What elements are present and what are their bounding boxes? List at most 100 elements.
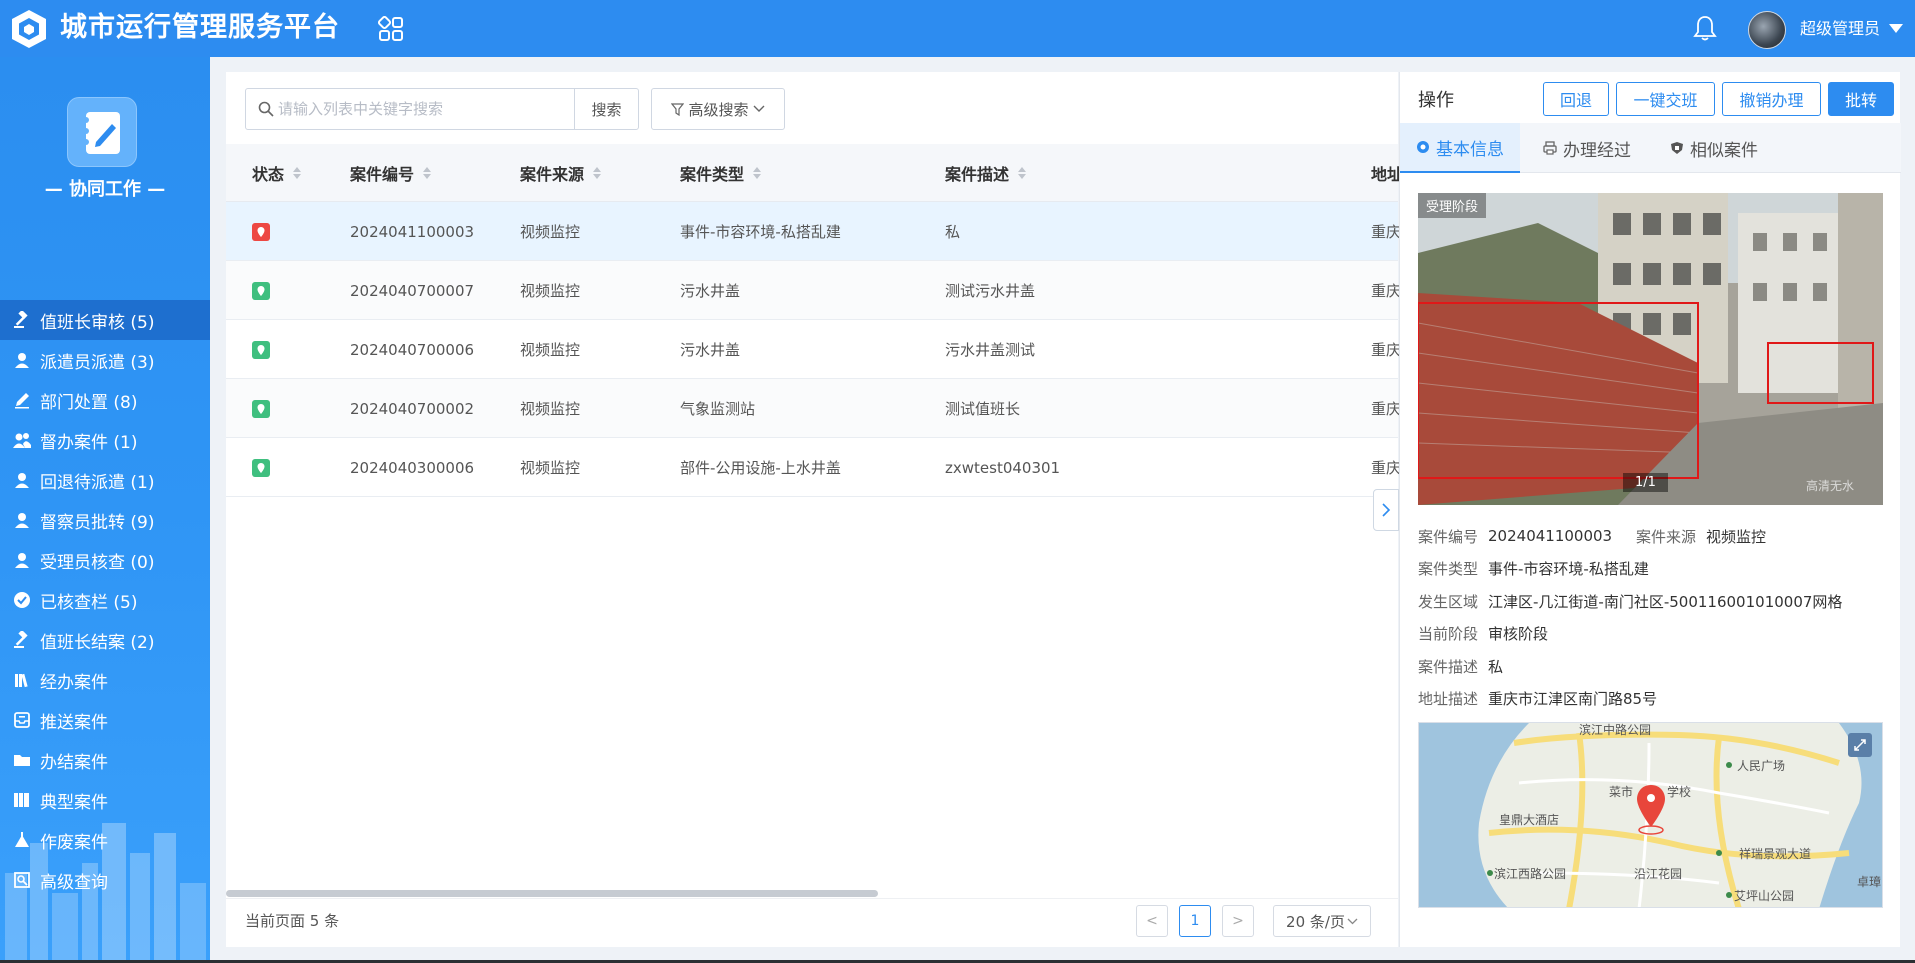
- sidebar-section-title: — 协同工作 —: [44, 179, 166, 200]
- table-header: 状态 案件编号 案件来源 案件类型 案件描述 地址: [226, 144, 1401, 202]
- username[interactable]: 超级管理员: [1800, 18, 1880, 40]
- sidebar-item-pushed-cases[interactable]: 推送案件: [0, 700, 210, 740]
- prev-page-button[interactable]: <: [1136, 905, 1168, 937]
- sidebar-item-supervision[interactable]: 督办案件 (1): [0, 420, 210, 460]
- table-row[interactable]: 2024040700006 视频监控 污水井盖 污水井盖测试 重庆: [226, 320, 1401, 379]
- case-photo[interactable]: 受理阶段 1/1 高清无水: [1418, 193, 1883, 505]
- sidebar-item-closed-cases[interactable]: 办结案件: [0, 740, 210, 780]
- expand-panel-handle[interactable]: [1373, 489, 1399, 531]
- info-value: 私: [1488, 657, 1504, 676]
- column-header-source[interactable]: 案件来源: [520, 144, 670, 202]
- location-pin-icon: [1417, 141, 1429, 153]
- sidebar-item-shift-leader-review[interactable]: 值班长审核 (5): [0, 300, 210, 340]
- user-icon: [12, 470, 32, 490]
- table-row[interactable]: 2024040300006 视频监控 部件-公用设施-上水井盖 zxwtest0…: [226, 438, 1401, 497]
- tab-process-history[interactable]: 办理经过: [1527, 123, 1647, 173]
- case-desc: 测试污水井盖: [945, 282, 1036, 300]
- advanced-search-label: 高级搜索: [688, 100, 749, 119]
- case-info: 案件编号 2024041100003 案件来源 视频监控 案件类型 事件-市容环…: [1418, 520, 1888, 715]
- horizontal-scrollbar[interactable]: [226, 890, 878, 897]
- column-header-type[interactable]: 案件类型: [680, 144, 940, 202]
- sidebar-item-dispatcher[interactable]: 派遣员派遣 (3): [0, 340, 210, 380]
- filter-icon: [671, 102, 685, 116]
- pen-icon: [12, 390, 32, 410]
- search-input[interactable]: [278, 89, 568, 129]
- gavel-icon: [12, 310, 32, 330]
- search-box[interactable]: [245, 88, 575, 130]
- user-menu-caret-icon[interactable]: [1889, 24, 1903, 33]
- column-header-status[interactable]: 状态: [252, 144, 322, 202]
- revoke-button[interactable]: 撤销办理: [1722, 82, 1821, 116]
- tab-basic-info[interactable]: 基本信息: [1400, 123, 1520, 173]
- map-label: 学校: [1667, 785, 1692, 799]
- table-row[interactable]: 2024041100003 视频监控 事件-市容环境-私搭乱建 私 重庆: [226, 202, 1401, 261]
- apps-grid-icon[interactable]: [378, 16, 404, 42]
- detail-tabs: 基本信息 办理经过 相似案件: [1400, 123, 1901, 173]
- sort-icon[interactable]: [422, 166, 432, 180]
- user-avatar[interactable]: [1748, 11, 1786, 49]
- case-code: 2024040700006: [350, 340, 475, 359]
- column-header-address[interactable]: 地址: [1371, 144, 1401, 202]
- info-value: 审核阶段: [1488, 625, 1549, 644]
- sidebar-item-label: 推送案件: [40, 712, 108, 733]
- sidebar-item-label: 督办案件 (1): [40, 432, 138, 453]
- status-cell: [252, 202, 322, 261]
- sidebar-menu: 值班长审核 (5) 派遣员派遣 (3) 部门处置 (8) 督办案件 (1) 回退…: [0, 300, 210, 900]
- sidebar-item-acceptor-check[interactable]: 受理员核查 (0): [0, 540, 210, 580]
- table-row[interactable]: 2024040700007 视频监控 污水井盖 测试污水井盖 重庆: [226, 261, 1401, 320]
- approve-transfer-button[interactable]: 批转: [1828, 82, 1894, 116]
- tab-similar-cases[interactable]: 相似案件: [1654, 123, 1774, 173]
- search-button[interactable]: 搜索: [574, 88, 639, 130]
- operations-label: 操作: [1418, 90, 1454, 111]
- column-header-desc[interactable]: 案件描述: [945, 144, 1265, 202]
- info-key: 案件来源: [1636, 527, 1697, 546]
- sidebar-item-inspector[interactable]: 督察员批转 (9): [0, 500, 210, 540]
- case-code: 2024040700007: [350, 281, 475, 300]
- sort-icon[interactable]: [752, 166, 762, 180]
- sidebar-item-returned[interactable]: 回退待派遣 (1): [0, 460, 210, 500]
- column-header-code[interactable]: 案件编号: [350, 144, 510, 202]
- tab-label: 办理经过: [1563, 140, 1631, 161]
- advanced-search-button[interactable]: 高级搜索: [651, 88, 785, 130]
- sidebar-item-label: 回退待派遣 (1): [40, 472, 155, 493]
- map-fullscreen-button[interactable]: [1848, 733, 1872, 757]
- case-desc: 私: [945, 223, 961, 241]
- case-source: 视频监控: [520, 223, 581, 241]
- user-icon: [12, 350, 32, 370]
- sidebar-item-label: 经办案件: [40, 672, 108, 693]
- notification-bell-icon[interactable]: [1693, 14, 1717, 42]
- case-source: 视频监控: [520, 341, 581, 359]
- printer-icon: [1543, 141, 1557, 155]
- handover-button[interactable]: 一键交班: [1616, 82, 1715, 116]
- status-cell: [252, 379, 322, 438]
- page-1-button[interactable]: 1: [1179, 905, 1211, 937]
- sidebar-item-advanced-query[interactable]: 高级查询: [0, 860, 210, 900]
- next-page-button[interactable]: >: [1222, 905, 1254, 937]
- info-row-code-source: 案件编号 2024041100003 案件来源 视频监控: [1418, 520, 1888, 553]
- case-source: 视频监控: [520, 459, 581, 477]
- case-source: 视频监控: [520, 400, 581, 418]
- sidebar-item-shift-leader-close[interactable]: 值班长结案 (2): [0, 620, 210, 660]
- sidebar-item-department-handle[interactable]: 部门处置 (8): [0, 380, 210, 420]
- page-size-select[interactable]: 20 条/页: [1273, 905, 1371, 937]
- location-map[interactable]: 滨江中路公园 人民广场 菜市 学校 皇鼎大酒店 祥瑞景观大道 滨江西路公园 沿江…: [1418, 722, 1883, 908]
- case-address: 重庆: [1371, 223, 1401, 241]
- case-desc: 测试值班长: [945, 400, 1021, 418]
- case-address: 重庆: [1371, 400, 1401, 418]
- case-type: 事件-市容环境-私搭乱建: [680, 223, 841, 241]
- rollback-button[interactable]: 回退: [1543, 82, 1609, 116]
- sidebar-item-checked[interactable]: 已核查栏 (5): [0, 580, 210, 620]
- info-row-address: 地址描述 重庆市江津区南门路85号: [1418, 683, 1888, 716]
- sort-icon[interactable]: [592, 166, 602, 180]
- sort-icon[interactable]: [292, 166, 302, 180]
- sidebar-item-handled-cases[interactable]: 经办案件: [0, 660, 210, 700]
- case-desc: zxwtest040301: [945, 458, 1061, 477]
- gavel-icon: [12, 630, 32, 650]
- sidebar-item-void-cases[interactable]: 作废案件: [0, 820, 210, 860]
- table-row[interactable]: 2024040700002 视频监控 气象监测站 测试值班长 重庆: [226, 379, 1401, 438]
- sidebar-item-typical-cases[interactable]: 典型案件: [0, 780, 210, 820]
- sidebar: — 协同工作 — 值班长审核 (5) 派遣员派遣 (3) 部门处置 (8) 督办…: [0, 57, 210, 963]
- case-code: 2024040700002: [350, 399, 475, 418]
- status-green-icon: [252, 458, 270, 477]
- sort-icon[interactable]: [1017, 166, 1027, 180]
